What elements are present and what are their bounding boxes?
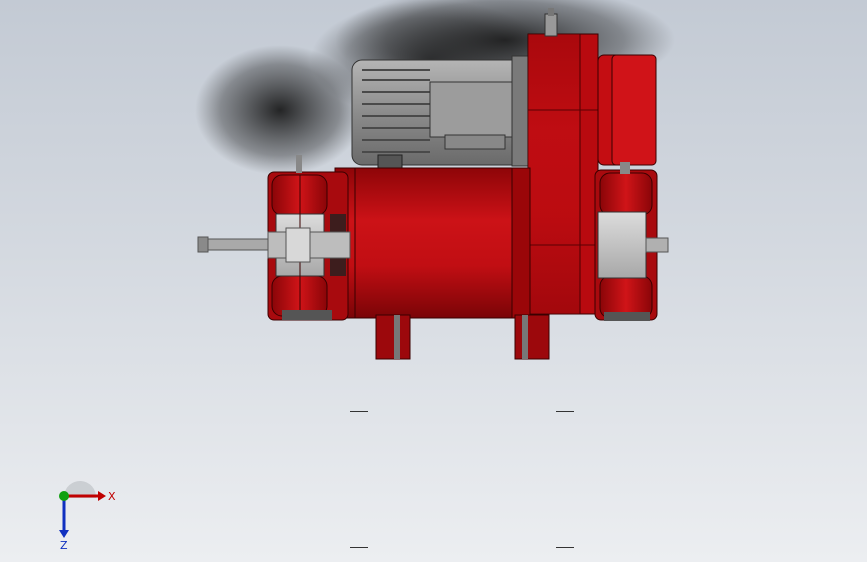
x-axis-label: X xyxy=(108,490,116,503)
graphics-viewport[interactable]: X Z xyxy=(0,0,867,562)
reference-tick xyxy=(556,547,574,548)
reference-tick xyxy=(556,411,574,412)
mounting-feet xyxy=(375,314,550,360)
right-trolley-wheels[interactable] xyxy=(594,162,669,321)
reference-tick xyxy=(350,411,368,412)
motor-housing[interactable] xyxy=(351,55,533,174)
reference-tick xyxy=(350,547,368,548)
z-axis-head xyxy=(59,530,69,538)
model-render[interactable] xyxy=(0,0,867,562)
rope-drum[interactable] xyxy=(334,167,531,319)
y-axis-dot xyxy=(59,491,69,501)
left-shaft xyxy=(197,227,351,263)
x-axis-head xyxy=(98,491,106,501)
coordinate-triad: X Z xyxy=(59,480,116,550)
z-axis-label: Z xyxy=(60,539,68,550)
